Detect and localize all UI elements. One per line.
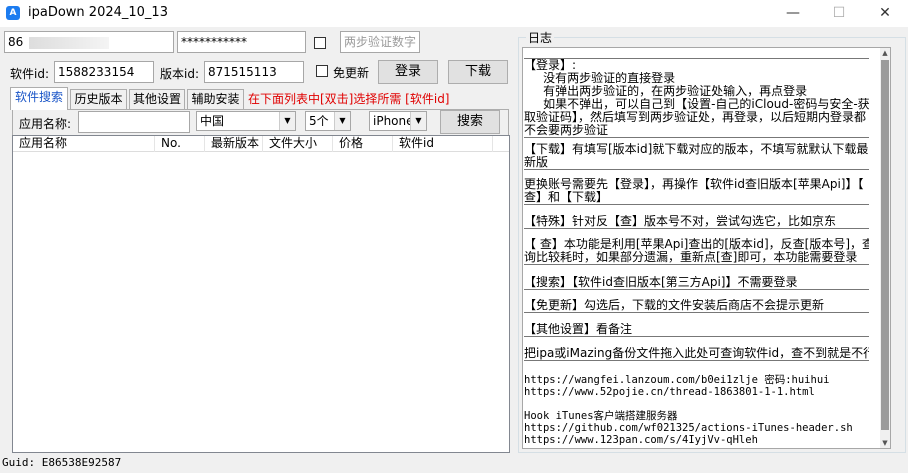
column-software-id[interactable]: 软件id bbox=[393, 136, 493, 152]
log-entry: 【登录】: 没有两步验证的直接登录 有弹出两步验证的，在两步验证处输入，再点登录… bbox=[524, 58, 869, 138]
log-entry: 【免更新】勾选后，下载的文件安装后商店不会提示更新 bbox=[524, 299, 869, 313]
log-line: 【其他设置】看备注 bbox=[524, 323, 633, 336]
log-line: 有弹出两步验证的，在两步验证处输入，再点登录 bbox=[524, 85, 808, 98]
count-value: 5个 bbox=[309, 114, 329, 128]
scroll-up-icon[interactable]: ▲ bbox=[880, 48, 890, 58]
maximize-button[interactable]: ☐ bbox=[816, 0, 862, 27]
download-button[interactable]: 下载 bbox=[448, 60, 508, 84]
no-update-checkbox[interactable] bbox=[316, 65, 328, 77]
log-line: 没有两步验证的直接登录 bbox=[524, 72, 676, 85]
search-button[interactable]: 搜索 bbox=[440, 110, 500, 134]
column-price[interactable]: 价格 bbox=[333, 136, 393, 152]
chevron-down-icon: ▼ bbox=[410, 112, 426, 130]
log-line: 如果不弹出，可以自己到【设置-自己的iCloud-密码与安全-获 bbox=[524, 98, 869, 111]
tab-assist-install[interactable]: 辅助安装 bbox=[187, 89, 244, 109]
log-link-line[interactable]: https://www.123pan.com/s/4IyjVv-qHleh bbox=[524, 434, 869, 446]
log-line: 【特殊】针对反【查】版本号不对，尝试勾选它，比如京东 bbox=[524, 215, 837, 228]
count-select[interactable]: 5个 ▼ bbox=[305, 111, 351, 131]
log-line: 【免更新】勾选后，下载的文件安装后商店不会提示更新 bbox=[524, 299, 825, 312]
log-entry: 【下载】有填写[版本id]就下载对应的版本，不填写就默认下载最 新版 bbox=[524, 143, 869, 170]
log-line: 新版 bbox=[524, 156, 549, 169]
software-id-input[interactable]: 1588233154 bbox=[54, 61, 154, 83]
region-value: 中国 bbox=[200, 114, 225, 128]
log-link-line[interactable]: https://wangfei.lanzoum.com/b0ei1zlje 密码… bbox=[524, 374, 869, 386]
log-line: 【登录】: bbox=[524, 59, 577, 72]
log-line: 把ipa或iMazing备份文件拖入此处可查询软件id，查不到就是不行 bbox=[524, 347, 869, 360]
version-id-label: 版本id: bbox=[160, 67, 199, 81]
log-scrollbar[interactable]: ▲ ▼ bbox=[880, 48, 890, 448]
log-line: 【 查】本功能是利用[苹果Api]查出的[版本id]，反查[版本号]，查 bbox=[524, 238, 869, 251]
tab-history-versions[interactable]: 历史版本 bbox=[70, 89, 127, 109]
account-redaction bbox=[29, 36, 110, 49]
device-value: iPhone bbox=[373, 114, 414, 128]
log-entry: 更换账号需要先【登录】，再操作【软件id查旧版本[苹果Api]】【 查】和【下载】 bbox=[524, 178, 869, 205]
no-update-label: 免更新 bbox=[333, 66, 370, 80]
log-entry: 【其他设置】看备注 bbox=[524, 323, 869, 337]
log-link-line[interactable]: Hook iTunes客户端搭建服务器 bbox=[524, 410, 869, 422]
window-title: ipaDown 2024_10_13 bbox=[28, 5, 168, 20]
chevron-down-icon: ▼ bbox=[279, 112, 295, 130]
log-entry: 把ipa或iMazing备份文件拖入此处可查询软件id，查不到就是不行 bbox=[524, 347, 869, 361]
log-line: 询比较耗时，如果部分遗漏，重新点[查]即可，本功能需要登录 bbox=[524, 251, 858, 264]
guid-status: Guid: E86538E92587 bbox=[2, 456, 122, 469]
two-step-checkbox[interactable] bbox=[314, 37, 326, 49]
column-latest-version[interactable]: 最新版本 bbox=[205, 136, 263, 152]
log-line: 【搜索】【软件id查旧版本[第三方Api]】不需要登录 bbox=[524, 276, 798, 289]
log-textbox[interactable]: 【登录】: 没有两步验证的直接登录 有弹出两步验证的，在两步验证处输入，再点登录… bbox=[522, 47, 891, 449]
log-line: 【下载】有填写[版本id]就下载对应的版本，不填写就默认下载最 bbox=[524, 143, 869, 156]
tab-software-search[interactable]: 软件搜索 bbox=[10, 87, 68, 110]
log-title: 日志 bbox=[526, 29, 555, 46]
app-name-label: 应用名称: bbox=[19, 117, 72, 131]
log-link-line[interactable]: https://github.com/wf021325/actions-iTun… bbox=[524, 422, 869, 434]
account-value: 86 bbox=[8, 35, 24, 49]
log-line: 不会要两步验证 bbox=[524, 124, 609, 137]
scroll-down-icon[interactable]: ▼ bbox=[880, 438, 890, 448]
results-header: 应用名称 No. 最新版本 文件大小 价格 软件id bbox=[13, 136, 509, 152]
column-file-size[interactable]: 文件大小 bbox=[263, 136, 333, 152]
two-step-code-input[interactable]: 两步验证数字 bbox=[340, 31, 420, 53]
list-hint: 在下面列表中[双击]选择所需 [软件id] bbox=[248, 92, 450, 106]
log-entry: 【特殊】针对反【查】版本号不对，尝试勾选它，比如京东 bbox=[524, 215, 869, 229]
device-select[interactable]: iPhone ▼ bbox=[369, 111, 427, 131]
version-id-input[interactable]: 871515113 bbox=[204, 61, 304, 83]
scroll-thumb[interactable] bbox=[881, 60, 889, 430]
chevron-down-icon: ▼ bbox=[334, 112, 350, 130]
minimize-button[interactable]: — bbox=[770, 0, 816, 27]
account-input[interactable]: 86 bbox=[4, 31, 174, 53]
column-app-name[interactable]: 应用名称 bbox=[13, 136, 155, 152]
software-id-label: 软件id: bbox=[10, 67, 49, 81]
log-entry: 【 查】本功能是利用[苹果Api]查出的[版本id]，反查[版本号]，查 询比较耗… bbox=[524, 238, 869, 265]
close-button[interactable]: ✕ bbox=[862, 0, 908, 27]
log-line: 更换账号需要先【登录】，再操作【软件id查旧版本[苹果Api]】【 bbox=[524, 178, 864, 191]
log-links: https://wangfei.lanzoum.com/b0ei1zlje 密码… bbox=[524, 374, 869, 446]
column-no[interactable]: No. bbox=[155, 136, 205, 152]
app-store-icon: A bbox=[6, 6, 20, 20]
region-select[interactable]: 中国 ▼ bbox=[196, 111, 296, 131]
log-line: 取验证码】，然后填写到两步验证处，再登录，以后短期内登录都 bbox=[524, 111, 867, 124]
title-bar: A ipaDown 2024_10_13 — ☐ ✕ bbox=[0, 0, 908, 27]
log-line: 查】和【下载】 bbox=[524, 191, 609, 204]
log-entry: 【搜索】【软件id查旧版本[第三方Api]】不需要登录 bbox=[524, 276, 869, 290]
tab-other-settings[interactable]: 其他设置 bbox=[129, 89, 185, 109]
results-list[interactable]: 应用名称 No. 最新版本 文件大小 价格 软件id bbox=[12, 135, 510, 453]
app-name-input[interactable] bbox=[78, 111, 190, 133]
log-link-line[interactable] bbox=[524, 398, 869, 410]
password-input[interactable]: *********** bbox=[177, 31, 306, 53]
login-button[interactable]: 登录 bbox=[378, 60, 438, 84]
log-link-line[interactable]: https://www.52pojie.cn/thread-1863801-1-… bbox=[524, 386, 869, 398]
